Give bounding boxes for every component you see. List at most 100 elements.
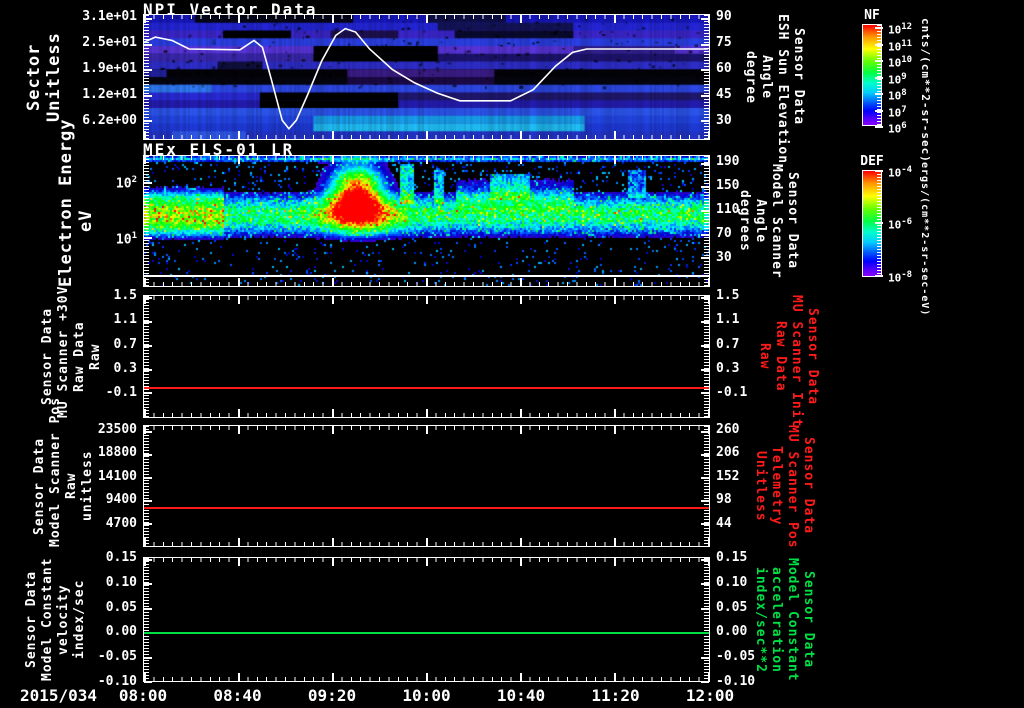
y-tick-label-right: 260 <box>716 421 740 437</box>
major-y-tick <box>701 95 709 97</box>
major-y-tick <box>144 369 152 371</box>
major-time-tick <box>332 538 334 546</box>
major-y-tick <box>144 321 152 323</box>
major-y-tick <box>144 657 152 659</box>
major-time-tick <box>708 131 710 139</box>
major-time-tick <box>426 156 428 164</box>
colorbar-tick-label: 1011 <box>888 38 913 54</box>
y-axis-title-right: Sensor Data ESH Sun Elevation Angle degree <box>743 14 806 165</box>
y-tick-label-right: 0.3 <box>716 360 740 376</box>
y-tick-label-right: 206 <box>716 445 740 461</box>
major-time-tick <box>238 156 240 164</box>
major-time-tick <box>238 15 240 23</box>
y-axis-title-right: Sensor Data Model Scanner Angle degrees <box>737 163 800 279</box>
major-time-tick <box>238 426 240 434</box>
major-time-tick <box>144 538 146 546</box>
major-time-tick <box>614 673 616 681</box>
minor-ticks-left <box>144 156 149 286</box>
x-tick-label: 10:40 <box>496 686 546 705</box>
major-time-tick <box>332 131 334 139</box>
major-time-tick <box>708 409 710 417</box>
major-y-tick <box>701 454 709 456</box>
major-y-tick <box>144 583 152 585</box>
major-time-tick <box>708 538 710 546</box>
x-tick-label: 08:00 <box>118 686 168 705</box>
major-time-tick <box>426 296 428 304</box>
major-time-tick <box>708 673 710 681</box>
y-tick-label-right: 1.5 <box>716 287 740 303</box>
major-time-tick <box>614 409 616 417</box>
major-y-tick <box>701 392 709 394</box>
colorbar-major-tick <box>875 126 883 128</box>
colorbar-tick-label: 109 <box>888 71 907 87</box>
major-time-tick <box>426 426 428 434</box>
colorbar-major-tick <box>875 44 883 46</box>
x-tick-label: 10:00 <box>402 686 451 705</box>
major-time-tick <box>614 156 616 164</box>
major-time-tick <box>426 278 428 286</box>
x-tick-label: 11:20 <box>591 686 640 705</box>
y-axis-title-left: Sensor Data Model Scanner Pos Raw unitless <box>32 396 95 547</box>
model-constant-velocity-panel <box>143 557 710 683</box>
y-tick-label-left: 1.9e+01 <box>82 61 137 77</box>
major-time-tick <box>426 538 428 546</box>
major-y-tick <box>701 163 709 165</box>
y-tick-label-right: 0.7 <box>716 336 740 352</box>
major-y-tick <box>701 120 709 122</box>
major-time-tick <box>520 15 522 23</box>
major-time-tick <box>520 558 522 566</box>
major-y-tick <box>701 559 709 561</box>
y-tick-label-right: -0.05 <box>716 649 756 665</box>
telemetry-figure: NPI Vector Data MEx ELS-01 LR NF cnts/(c… <box>0 0 1024 708</box>
major-y-tick <box>144 120 152 122</box>
major-y-tick <box>701 186 709 188</box>
major-time-tick <box>144 131 146 139</box>
major-time-tick <box>520 296 522 304</box>
major-y-tick <box>701 369 709 371</box>
mu-scanner-30v-panel <box>143 295 710 418</box>
data-line <box>144 507 709 509</box>
major-time-tick <box>520 409 522 417</box>
major-y-tick <box>144 392 152 394</box>
y-tick-label-right: 90 <box>716 9 732 25</box>
colorbar-tick-label: 10-6 <box>888 217 913 233</box>
major-y-tick <box>144 18 152 20</box>
major-time-tick <box>520 156 522 164</box>
colorbar-tick-label: 1012 <box>888 22 913 37</box>
major-time-tick <box>614 278 616 286</box>
major-y-tick <box>144 681 152 683</box>
def-colorbar-units: ergs/(cm**2-sr-sec-eV) <box>919 162 930 317</box>
major-y-tick <box>701 523 709 525</box>
y-tick-label-right: 1.1 <box>716 312 740 328</box>
y-tick-label-right: 0.10 <box>716 574 748 590</box>
major-y-tick <box>144 608 152 610</box>
major-time-tick <box>614 131 616 139</box>
major-y-tick <box>701 500 709 502</box>
major-time-tick <box>238 538 240 546</box>
colorbar-tick-label: 108 <box>888 88 907 103</box>
colorbar-tick-label: 10-4 <box>888 165 913 180</box>
major-time-tick <box>614 558 616 566</box>
major-time-tick <box>614 15 616 23</box>
major-y-tick <box>144 500 152 502</box>
colorbar-tick-label: 106 <box>888 121 907 136</box>
colorbar-major-tick <box>875 77 883 79</box>
y-tick-label-right: 152 <box>716 468 740 484</box>
sun-elevation-line <box>144 27 708 131</box>
minor-ticks-right <box>704 156 709 286</box>
major-time-tick <box>238 278 240 286</box>
major-y-tick <box>701 431 709 433</box>
major-time-tick <box>332 409 334 417</box>
minor-ticks-right <box>704 296 709 417</box>
els-spectrogram-panel <box>143 155 710 287</box>
major-time-tick <box>332 278 334 286</box>
major-y-tick <box>144 431 152 433</box>
model-scanner-pos-panel <box>143 425 710 547</box>
y-tick-label-right: 44 <box>716 515 732 531</box>
y-tick-label-right: 98 <box>716 492 732 508</box>
major-y-tick <box>701 345 709 347</box>
y-tick-label-right: 70 <box>716 225 732 241</box>
major-time-tick <box>332 156 334 164</box>
major-y-tick <box>701 18 709 20</box>
x-tick-label: 12:00 <box>685 686 735 705</box>
